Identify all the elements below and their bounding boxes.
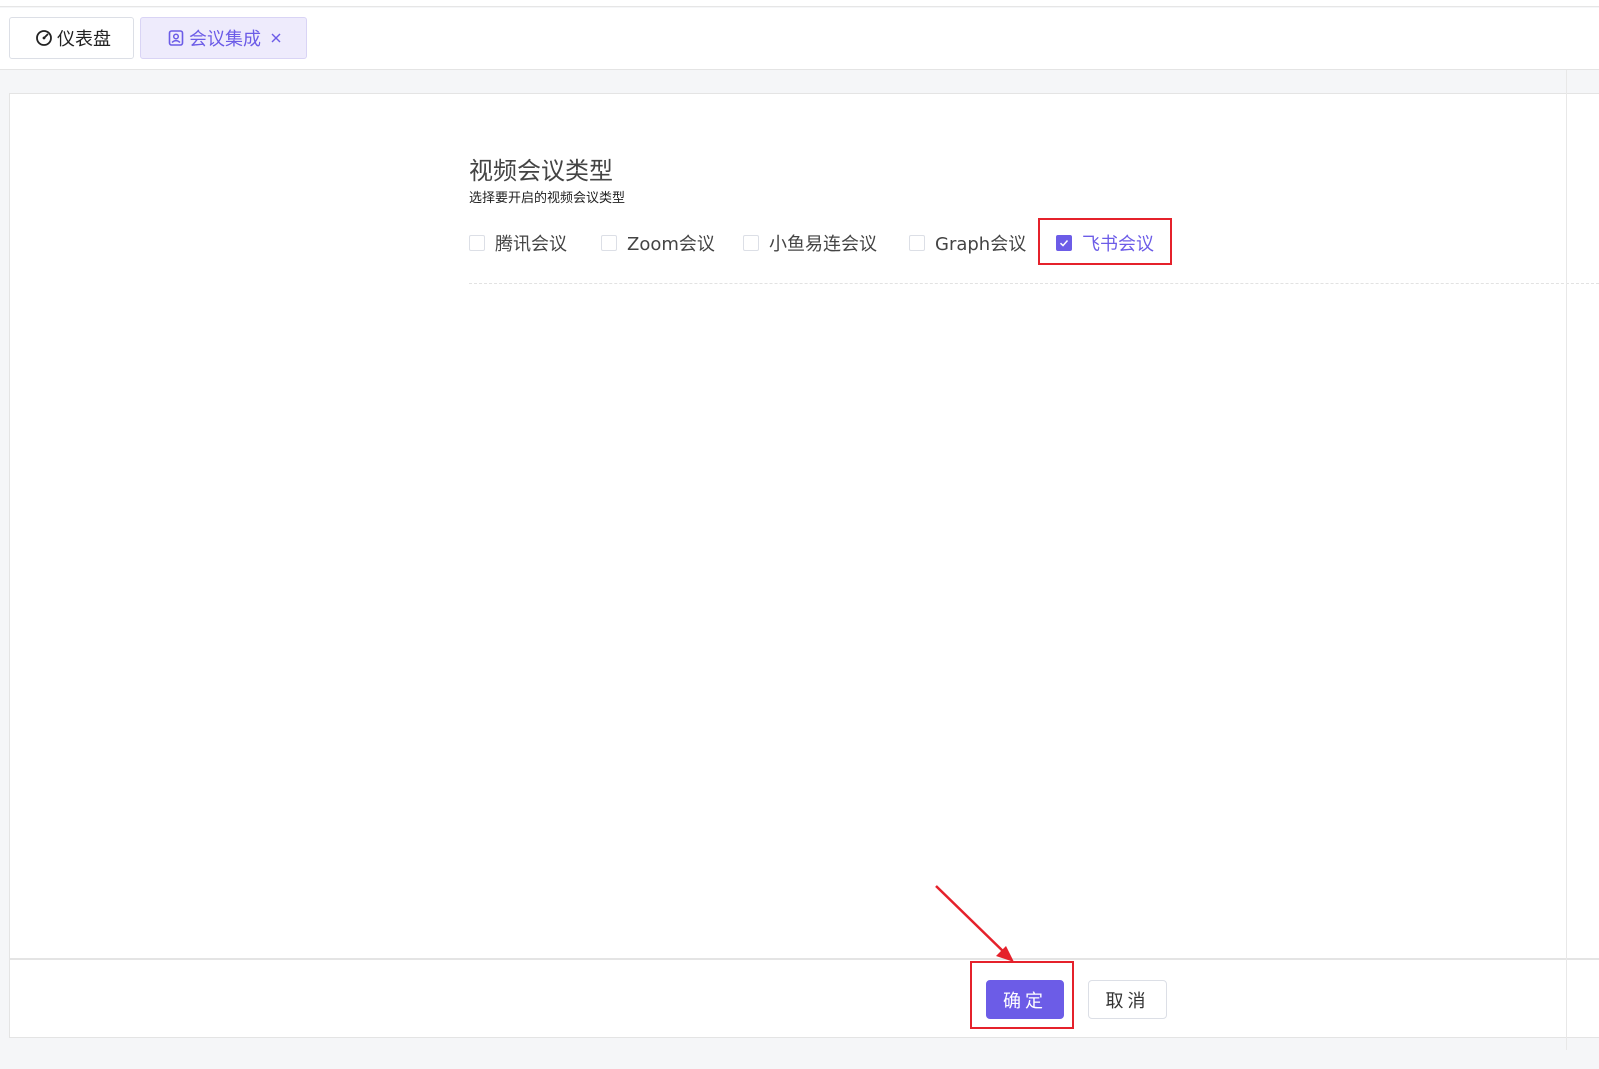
tab-dashboard[interactable]: 仪表盘	[9, 17, 134, 59]
checkbox-label: Zoom会议	[627, 234, 715, 255]
tab-meeting-integration-label: 会议集成	[189, 29, 261, 50]
checkbox-xylink-meeting[interactable]: 小鱼易连会议	[743, 228, 877, 258]
tab-meeting-integration[interactable]: 会议集成	[140, 17, 307, 59]
section-subtitle: 选择要开启的视频会议类型	[469, 191, 626, 206]
checkbox-box[interactable]	[601, 235, 617, 251]
checkbox-label: 腾讯会议	[495, 234, 567, 255]
checkbox-tencent-meeting[interactable]: 腾讯会议	[469, 228, 567, 258]
meeting-type-checkbox-group: 腾讯会议 Zoom会议 小鱼易连会议 Graph会议 飞书会议	[469, 228, 1569, 258]
checkbox-graph-meeting[interactable]: Graph会议	[909, 228, 1026, 258]
dashboard-gauge-icon	[35, 29, 53, 47]
checkbox-label: 小鱼易连会议	[769, 234, 877, 255]
annotation-highlight-confirm	[970, 961, 1074, 1029]
annotation-arrow-icon	[935, 885, 1014, 962]
close-icon[interactable]	[269, 31, 283, 45]
cancel-button[interactable]: 取消	[1088, 980, 1167, 1019]
top-bar	[0, 0, 1599, 7]
tab-bar: 仪表盘 会议集成	[0, 8, 1599, 70]
checkbox-box[interactable]	[469, 235, 485, 251]
checkbox-box[interactable]	[743, 235, 759, 251]
footer-bar	[9, 959, 1599, 1038]
meeting-integration-icon	[167, 29, 185, 47]
checkbox-label: Graph会议	[935, 234, 1027, 255]
section-title: 视频会议类型	[469, 157, 613, 185]
checkbox-box[interactable]	[909, 235, 925, 251]
annotation-highlight-checkbox	[1038, 218, 1172, 265]
section-divider	[469, 283, 1599, 284]
scroll-edge	[1566, 70, 1567, 1050]
tab-dashboard-label: 仪表盘	[57, 29, 111, 50]
checkbox-zoom-meeting[interactable]: Zoom会议	[601, 228, 715, 258]
content-panel	[9, 93, 1599, 959]
